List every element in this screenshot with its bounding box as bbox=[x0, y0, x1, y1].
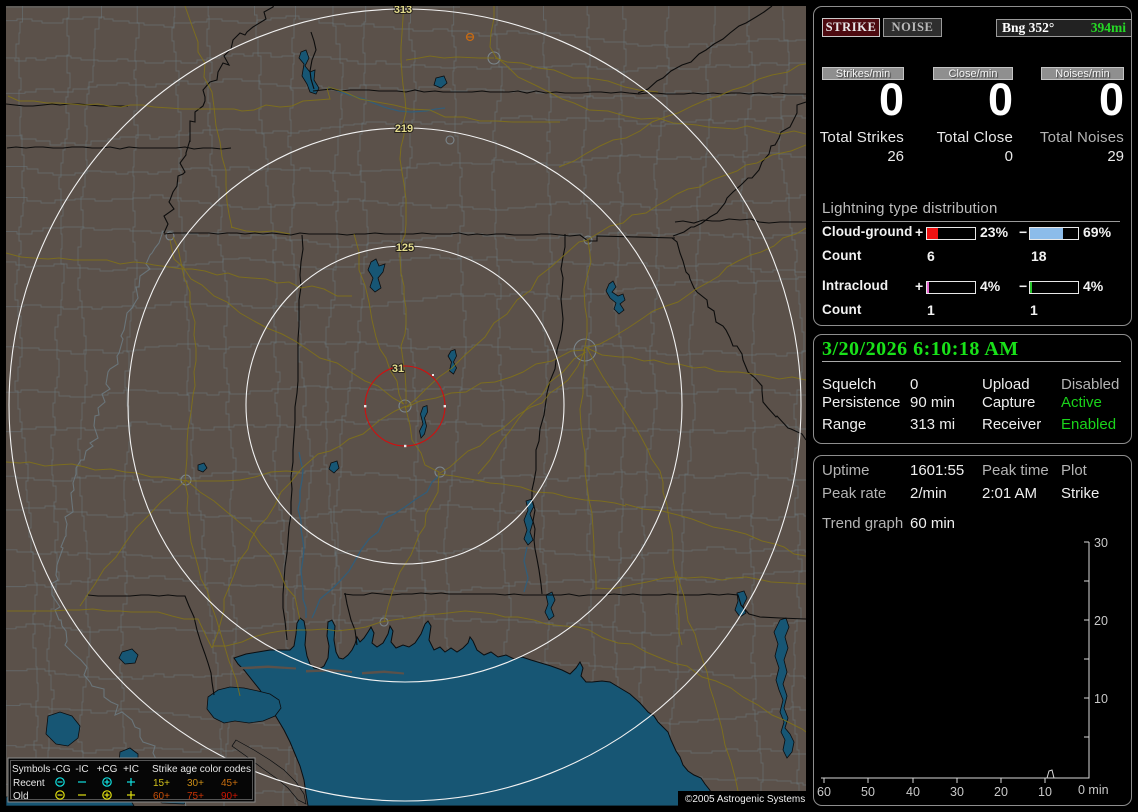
svg-text:0 min: 0 min bbox=[1078, 783, 1109, 797]
svg-text:313: 313 bbox=[394, 6, 412, 16]
svg-text:+IC: +IC bbox=[123, 764, 139, 775]
svg-text:-CG: -CG bbox=[52, 764, 71, 775]
svg-text:219: 219 bbox=[395, 123, 413, 135]
svg-text:125: 125 bbox=[396, 242, 414, 254]
svg-text:45+: 45+ bbox=[221, 778, 238, 789]
svg-text:20: 20 bbox=[1094, 614, 1108, 628]
svg-text:30+: 30+ bbox=[187, 778, 204, 789]
svg-text:+CG: +CG bbox=[97, 764, 118, 775]
svg-text:31: 31 bbox=[392, 363, 404, 375]
svg-text:50: 50 bbox=[861, 785, 875, 799]
svg-text:30: 30 bbox=[1094, 536, 1108, 550]
svg-text:10: 10 bbox=[1038, 785, 1052, 799]
svg-text:Strike age color codes: Strike age color codes bbox=[152, 764, 251, 775]
svg-text:75+: 75+ bbox=[187, 791, 204, 802]
svg-text:40: 40 bbox=[906, 785, 920, 799]
svg-text:15+: 15+ bbox=[153, 778, 170, 789]
svg-text:30: 30 bbox=[950, 785, 964, 799]
svg-text:90+: 90+ bbox=[221, 791, 238, 802]
svg-text:Recent: Recent bbox=[13, 778, 45, 789]
svg-text:Old: Old bbox=[13, 791, 29, 802]
svg-text:©2005 Astrogenic Systems: ©2005 Astrogenic Systems bbox=[685, 794, 805, 805]
svg-text:20: 20 bbox=[994, 785, 1008, 799]
svg-text:60: 60 bbox=[817, 785, 831, 799]
svg-text:10: 10 bbox=[1094, 692, 1108, 706]
svg-text:-IC: -IC bbox=[75, 764, 88, 775]
svg-text:Symbols: Symbols bbox=[12, 764, 50, 775]
svg-text:60+: 60+ bbox=[153, 791, 170, 802]
